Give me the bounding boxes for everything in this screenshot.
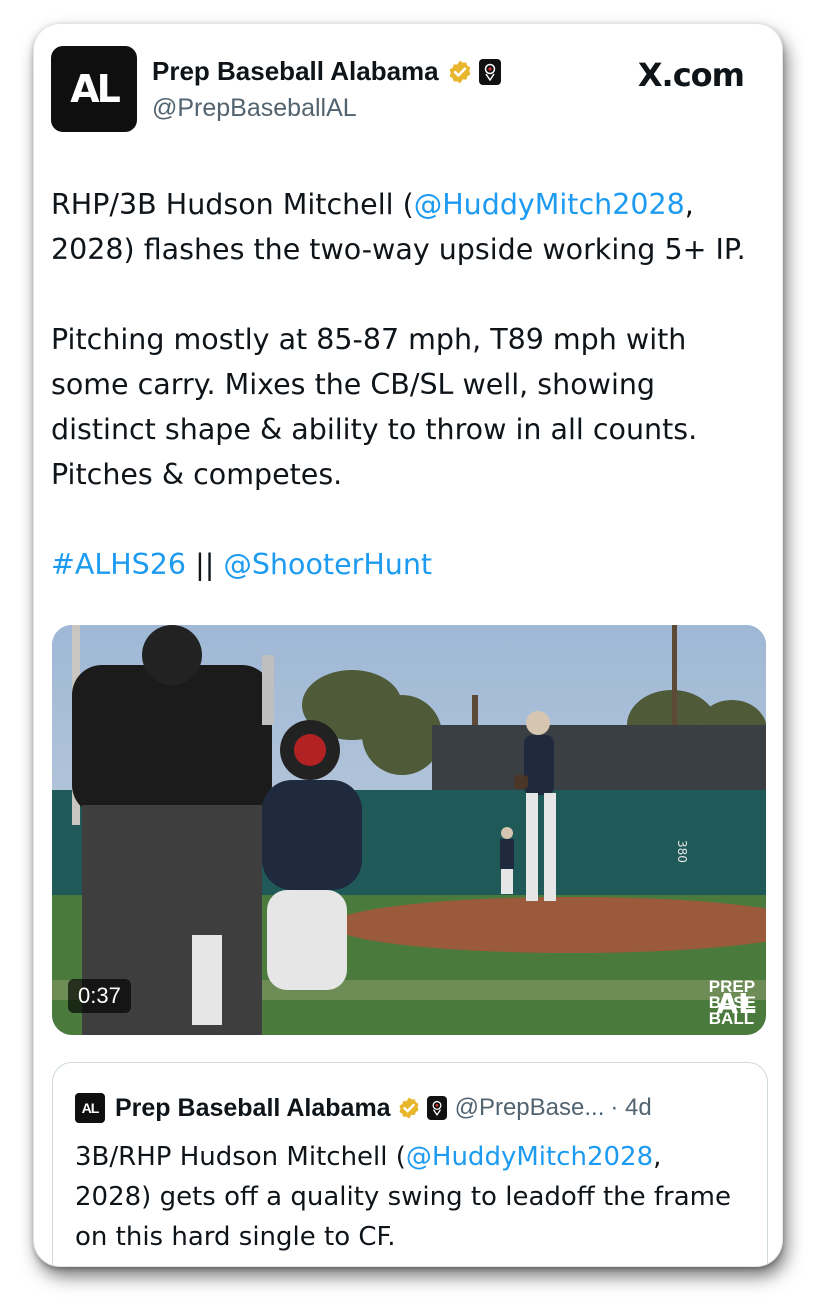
umpire-figure (72, 625, 274, 1035)
tweet-body: RHP/3B Hudson Mitchell (@HuddyMitch2028,… (51, 182, 767, 632)
separator-text: || (186, 548, 224, 581)
affiliate-badge-icon (478, 58, 501, 85)
verified-badge-icon (399, 1097, 419, 1119)
wall-distance-marker: 380 (675, 840, 689, 863)
tweet-paragraph-3: #ALHS26 || @ShooterHunt (51, 542, 767, 587)
watermark-badge: AL (716, 987, 756, 1020)
video-player[interactable]: 380 0:37 PREP BASE BALL AL (52, 625, 766, 1035)
quoted-body: 3B/RHP Hudson Mitchell (@HuddyMitch2028,… (75, 1137, 735, 1257)
video-frame: 380 (52, 625, 766, 1035)
quoted-tweet[interactable]: AL Prep Baseball Alabama @PrepBase... · … (52, 1062, 768, 1266)
quoted-avatar[interactable]: AL (75, 1093, 105, 1123)
mention-link-huddymitch[interactable]: @HuddyMitch2028 (414, 188, 685, 221)
x-logo-icon[interactable]: X.com (638, 56, 745, 94)
tweet-paragraph-2: Pitching mostly at 85-87 mph, T89 mph wi… (51, 323, 698, 491)
author-display-name[interactable]: Prep Baseball Alabama (152, 56, 439, 87)
avatar-text: AL (70, 67, 121, 111)
quoted-text-segment: 3B/RHP Hudson Mitchell ( (75, 1142, 406, 1172)
tweet-paragraph-1: RHP/3B Hudson Mitchell (@HuddyMitch2028,… (51, 182, 767, 272)
quoted-header: AL Prep Baseball Alabama @PrepBase... · … (75, 1093, 652, 1123)
quoted-handle[interactable]: @PrepBase... (455, 1094, 605, 1122)
video-duration: 0:37 (68, 979, 131, 1013)
tweet-card: AL Prep Baseball Alabama @PrepBaseballAL… (34, 24, 782, 1266)
verified-badge-icon (449, 60, 470, 83)
quoted-timestamp[interactable]: · 4d (610, 1094, 651, 1122)
author-name-row: Prep Baseball Alabama (152, 56, 501, 87)
author-handle[interactable]: @PrepBaseballAL (152, 94, 357, 123)
author-avatar[interactable]: AL (51, 46, 137, 132)
mention-link-shooterhunt[interactable]: @ShooterHunt (223, 548, 432, 581)
affiliate-badge-icon (426, 1096, 447, 1120)
tweet-text-segment: RHP/3B Hudson Mitchell ( (51, 188, 414, 221)
quoted-display-name[interactable]: Prep Baseball Alabama (115, 1094, 391, 1123)
quoted-mention-link[interactable]: @HuddyMitch2028 (406, 1142, 653, 1172)
hashtag-link[interactable]: #ALHS26 (51, 548, 186, 581)
